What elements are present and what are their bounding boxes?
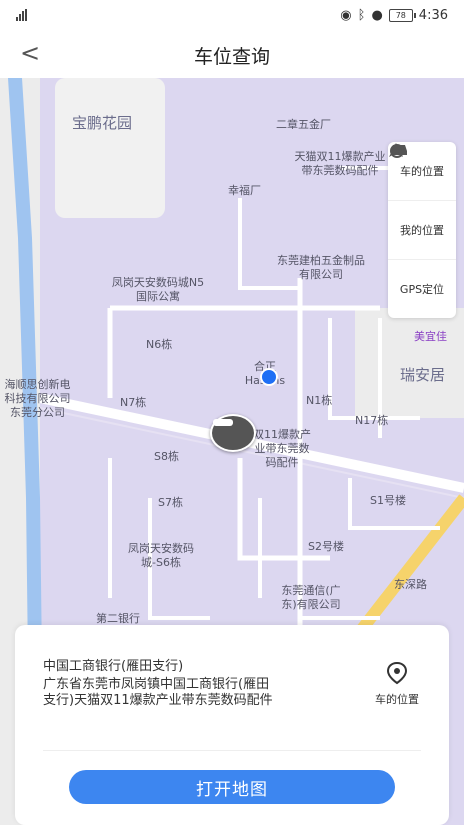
map-pin-icon: [386, 661, 408, 685]
tool-gps-label: GPS定位: [399, 283, 445, 296]
clock: 4:36: [418, 7, 448, 23]
poi-bank: 第二银行: [96, 612, 140, 625]
poi-s2: S2号楼: [308, 540, 344, 553]
tool-my-position[interactable]: 我的位置: [388, 143, 456, 259]
poi-tongxin: 东莞通信(广东)有限公司: [281, 584, 341, 611]
page-title: 车位查询: [193, 46, 270, 68]
car-icon: [213, 419, 233, 426]
poi-dongshen: 东深路: [394, 578, 427, 591]
poi-baopeng: 宝鹏花园: [72, 114, 133, 132]
status-right: ◉ ᛒ ● 78 4:36: [340, 8, 448, 23]
poi-fenggang-s6: 凤岗天安数码城-S6栋: [128, 542, 194, 569]
poi-s8: S8栋: [154, 450, 179, 463]
poi-jianbai: 东莞建柏五金制品有限公司: [277, 254, 365, 281]
my-location-dot: [260, 368, 278, 386]
status-left: [16, 9, 27, 21]
tool-car-position-label: 车的位置: [400, 165, 444, 178]
signal-icon: [16, 9, 27, 21]
poi-xingfu: 幸福厂: [228, 184, 261, 197]
location-icon: ●: [371, 7, 383, 23]
tool-my-position-label: 我的位置: [400, 224, 444, 237]
poi-s1: S1号楼: [370, 494, 406, 507]
divider: [43, 750, 421, 751]
poi-n6: N6栋: [146, 338, 173, 351]
poi-tianmao2: 双11爆款产业带东莞数码配件: [253, 428, 311, 469]
car-marker[interactable]: [210, 414, 256, 452]
poi-n17: N17栋: [355, 414, 389, 427]
poi-n7: N7栋: [120, 396, 147, 409]
poi-keji: 海顺思创新电科技有限公司东莞分公司: [4, 378, 71, 419]
poi-ruian: 瑞安居: [400, 366, 446, 384]
poi-tianmao: 天猫双11爆款产业带东莞数码配件: [294, 150, 386, 177]
status-bar: ◉ ᛒ ● 78 4:36: [0, 0, 464, 30]
car-position-button[interactable]: 车的位置: [367, 661, 427, 707]
header: < 车位查询: [0, 30, 464, 78]
open-map-button[interactable]: 打开地图: [69, 770, 395, 804]
info-card: 中国工商银行(雁田支行) 广东省东莞市凤岗镇中国工商银行(雁田支行)天猫双11爆…: [15, 625, 449, 825]
map-tools: 车的位置 我的位置 GPS定位: [388, 142, 456, 318]
tool-gps[interactable]: GPS定位: [388, 144, 456, 318]
bank-name: 中国工商银行(雁田支行): [43, 659, 184, 674]
poi-meiyijia: 美宜佳: [414, 330, 447, 343]
battery-icon: 78: [388, 8, 416, 22]
satellite-icon: [390, 144, 404, 158]
car-position-label: 车的位置: [375, 693, 419, 706]
poi-fenggang: 凤岗天安数码城N5国际公寓: [111, 276, 205, 303]
address-text: 广东省东莞市凤岗镇中国工商银行(雁田支行)天猫双11爆款产业带东莞数码配件: [43, 677, 273, 708]
bluetooth-icon: ᛒ: [357, 7, 366, 23]
poi-erzhang: 二章五金厂: [276, 118, 331, 131]
poi-n1: N1栋: [306, 394, 333, 407]
eye-icon: ◉: [340, 7, 352, 23]
poi-s7: S7栋: [158, 496, 183, 509]
